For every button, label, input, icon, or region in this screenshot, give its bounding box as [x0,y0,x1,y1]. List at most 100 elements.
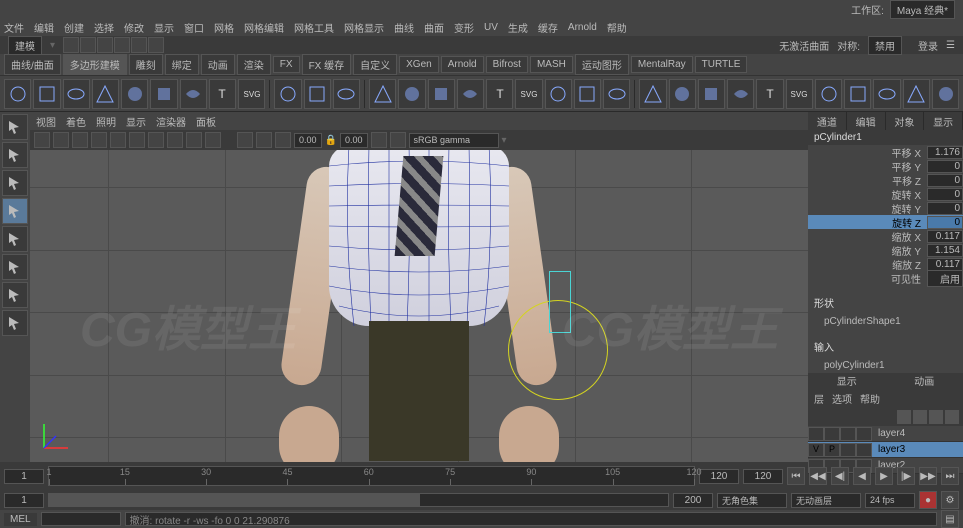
login-link[interactable]: 登录 [918,38,938,53]
attr-value[interactable]: 0 [927,174,963,187]
rotate-manipulator[interactable] [508,300,608,400]
shelf-item-icon[interactable] [603,79,630,109]
mode-selector[interactable]: 建模 [8,36,42,55]
layer-play-toggle[interactable] [824,427,840,441]
symmetry-value[interactable]: 禁用 [868,36,902,55]
shelf-tab[interactable]: FX [273,56,300,73]
shape-node[interactable]: pCylinderShape1 [808,314,963,329]
time-start[interactable]: 1 [4,469,44,484]
attr-value[interactable]: 1.154 [927,244,963,257]
shelf-item-icon[interactable]: T [486,79,513,109]
shelf-tab[interactable]: 雕刻 [129,54,163,75]
play-button[interactable]: ▶ [875,467,893,485]
lock-icon[interactable]: 🔒 [325,135,337,146]
time-end[interactable]: 120 [699,469,739,484]
layer-ref-toggle[interactable] [840,443,856,457]
vp-tool[interactable] [167,132,183,148]
shelf-tab[interactable]: FX 缓存 [302,54,352,75]
layer-tool[interactable] [913,410,927,424]
shelf-tab[interactable]: TURTLE [695,56,748,73]
status-icon[interactable] [114,37,130,53]
vp-value-2[interactable]: 0.00 [340,133,368,148]
shelf-tab[interactable]: MASH [530,56,573,73]
prefs-button[interactable]: ⚙ [941,491,959,509]
attr-row[interactable]: 平移 Y0 [808,159,963,173]
attr-row[interactable]: 旋转 Y0 [808,201,963,215]
shelf-item-icon[interactable] [698,79,725,109]
menu-生成[interactable]: 生成 [508,20,528,35]
autokey-button[interactable]: ● [919,491,937,509]
layer-tool[interactable] [929,410,943,424]
shelf-item-icon[interactable] [304,79,331,109]
shelf-item-icon[interactable] [457,79,484,109]
shelf-item-icon[interactable] [63,79,90,109]
mel-label[interactable]: MEL [4,513,37,526]
workspace-selector[interactable]: Maya 经典* [890,0,955,19]
status-icon[interactable] [97,37,113,53]
shelf-item-icon[interactable] [727,79,754,109]
shelf-item-icon[interactable] [398,79,425,109]
layer-vis-toggle[interactable] [808,427,824,441]
range-end[interactable]: 200 [673,493,713,508]
sculpt-tool[interactable] [2,282,28,308]
attr-value[interactable]: 0.117 [927,230,963,243]
shelf-item-icon[interactable]: T [756,79,783,109]
shelf-tab[interactable]: 自定义 [353,54,397,75]
layer-menu-item[interactable]: 选项 [832,391,852,406]
menu-窗口[interactable]: 窗口 [184,20,204,35]
vp-menu-item[interactable]: 视图 [36,114,56,129]
shelf-item-icon[interactable] [873,79,900,109]
object-name[interactable]: pCylinder1 [808,130,963,145]
menu-UV[interactable]: UV [484,22,498,33]
layer-tab[interactable]: 动画 [886,373,963,389]
shelf-tab[interactable]: 曲线/曲面 [4,54,61,75]
shelf-tab[interactable]: Bifrost [486,56,528,73]
layer-color[interactable] [856,443,872,457]
layer-menu-item[interactable]: 帮助 [860,391,880,406]
shelf-tab[interactable]: 动画 [201,54,235,75]
menu-网格显示[interactable]: 网格显示 [344,20,384,35]
cb-tab[interactable]: 编辑 [847,112,886,130]
attr-row[interactable]: 可见性启用 [808,271,963,285]
paint-tool[interactable] [2,254,28,280]
input-node[interactable]: polyCylinder1 [808,358,963,373]
attr-value[interactable]: 0 [927,160,963,173]
layer-row[interactable]: layer4 [808,426,963,442]
rotate-tool[interactable] [2,198,28,224]
attr-row[interactable]: 平移 Z0 [808,173,963,187]
attr-value[interactable]: 0 [927,202,963,215]
attr-row[interactable]: 平移 X1.176 [808,145,963,159]
menu-修改[interactable]: 修改 [124,20,144,35]
shelf-tab[interactable]: XGen [399,56,439,73]
shelf-item-icon[interactable] [4,79,31,109]
shelf-item-icon[interactable] [844,79,871,109]
step-back-button[interactable]: ◀◀ [809,467,827,485]
anim-layer[interactable]: 无动画层 [791,493,861,508]
menu-Arnold[interactable]: Arnold [568,22,597,33]
shelf-item-icon[interactable] [150,79,177,109]
shelf-item-icon[interactable]: SVG [238,79,265,109]
menu-选择[interactable]: 选择 [94,20,114,35]
shelf-item-icon[interactable] [369,79,396,109]
menu-文件[interactable]: 文件 [4,20,24,35]
vp-tool[interactable] [72,132,88,148]
vp-value-1[interactable]: 0.00 [294,133,322,148]
shelf-tab[interactable]: 绑定 [165,54,199,75]
menu-缓存[interactable]: 缓存 [538,20,558,35]
attr-row[interactable]: 缩放 Y1.154 [808,243,963,257]
attr-value[interactable]: 0 [927,216,963,229]
attr-row[interactable]: 旋转 X0 [808,187,963,201]
vp-tool[interactable] [371,132,387,148]
shelf-tab[interactable]: MentalRay [631,56,693,73]
shelf-item-icon[interactable] [333,79,360,109]
vp-menu-item[interactable]: 着色 [66,114,86,129]
shelf-item-icon[interactable] [180,79,207,109]
time-slider[interactable]: 1153045607590105120 [48,466,695,486]
cb-tab[interactable]: 对象 [886,112,925,130]
vp-tool[interactable] [205,132,221,148]
shelf-tab[interactable]: 多边形建模 [63,54,127,75]
menu-创建[interactable]: 创建 [64,20,84,35]
shelf-item-icon[interactable] [932,79,959,109]
shelf-item-icon[interactable] [274,79,301,109]
vp-tool[interactable] [53,132,69,148]
